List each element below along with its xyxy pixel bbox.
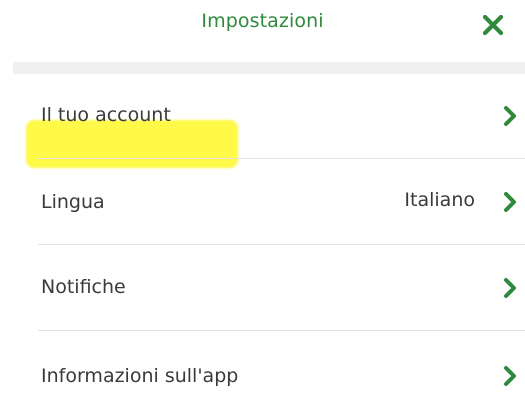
settings-item-label: Lingua <box>41 191 105 213</box>
header-bar: Impostazioni <box>0 0 525 58</box>
close-icon <box>482 14 504 36</box>
settings-item-account[interactable]: Il tuo account <box>0 74 525 160</box>
settings-item-label: Notifiche <box>41 276 126 298</box>
settings-item-notifications[interactable]: Notifiche <box>0 245 525 331</box>
chevron-right-icon <box>504 106 516 126</box>
chevron-right-icon <box>504 278 516 298</box>
settings-item-label: Il tuo account <box>41 104 171 126</box>
close-button[interactable] <box>476 10 510 40</box>
section-separator <box>13 62 525 74</box>
settings-item-value: Italiano <box>404 189 475 211</box>
chevron-right-icon <box>504 192 516 212</box>
settings-item-app-info[interactable]: Informazioni sull'app <box>0 331 525 417</box>
settings-item-language[interactable]: Lingua Italiano <box>0 159 525 245</box>
settings-item-label: Informazioni sull'app <box>41 365 239 387</box>
chevron-right-icon <box>504 366 516 386</box>
page-title: Impostazioni <box>201 10 324 32</box>
